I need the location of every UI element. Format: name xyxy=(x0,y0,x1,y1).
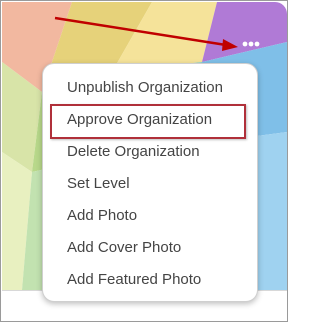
menu-item-add-photo[interactable]: Add Photo xyxy=(43,200,257,232)
menu-item-add-cover-photo[interactable]: Add Cover Photo xyxy=(43,232,257,264)
menu-item-set-level[interactable]: Set Level xyxy=(43,168,257,200)
organization-actions-menu: Unpublish Organization Approve Organizat… xyxy=(42,63,258,302)
menu-item-unpublish-organization[interactable]: Unpublish Organization xyxy=(43,72,257,104)
more-horizontal-icon xyxy=(242,41,260,47)
more-options-button[interactable] xyxy=(239,35,263,53)
menu-item-delete-organization[interactable]: Delete Organization xyxy=(43,136,257,168)
menu-item-add-featured-photo[interactable]: Add Featured Photo xyxy=(43,264,257,296)
menu-item-approve-organization[interactable]: Approve Organization xyxy=(43,104,257,139)
screenshot-frame: Unpublish Organization Approve Organizat… xyxy=(0,0,288,322)
